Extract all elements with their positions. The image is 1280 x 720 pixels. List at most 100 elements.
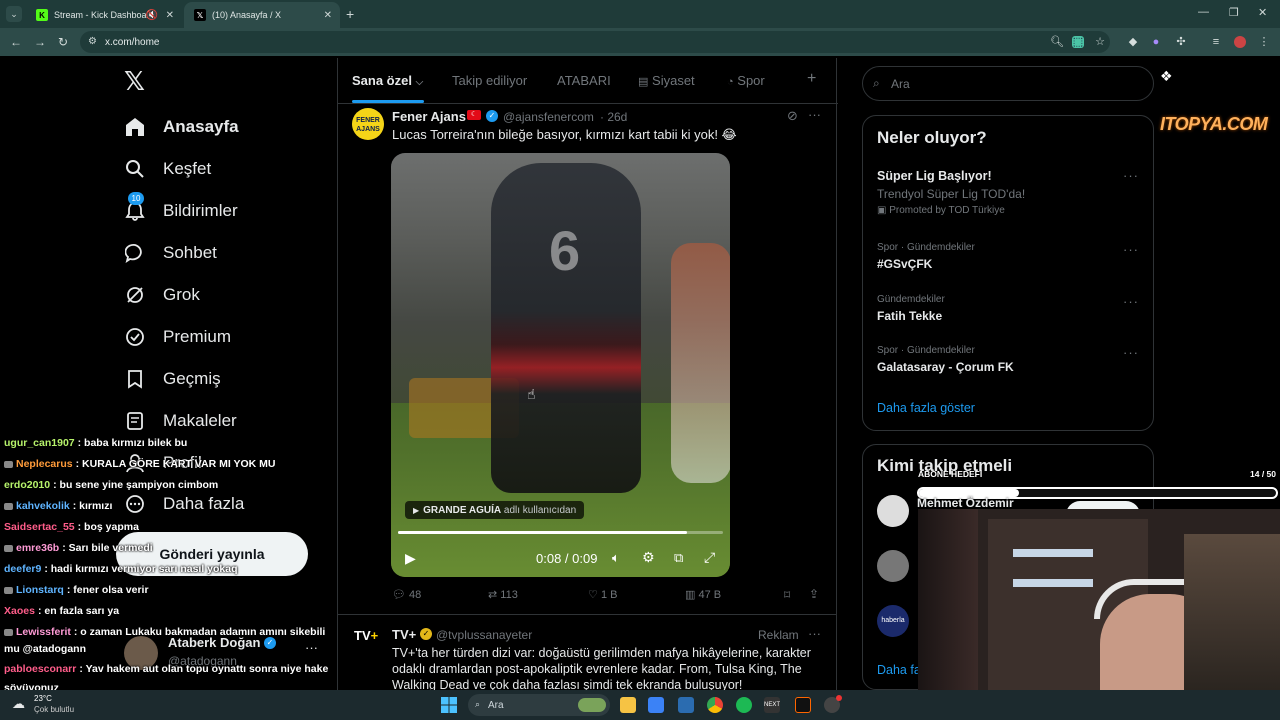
tab-for-you[interactable]: Sana özel ⌵ bbox=[352, 73, 423, 88]
nav-home[interactable]: Anasayfa bbox=[124, 112, 239, 142]
profile-avatar[interactable] bbox=[1234, 36, 1246, 48]
promo-trend[interactable]: Süper Lig Başlıyor! Trendyol Süper Lig T… bbox=[877, 169, 1025, 216]
nav-bookmarks[interactable]: Geçmiş bbox=[124, 364, 221, 394]
tweet-time[interactable]: · 26d bbox=[600, 110, 627, 124]
picture-in-picture-icon[interactable]: ⧉ bbox=[674, 550, 683, 566]
media-icon[interactable]: ≡ bbox=[1210, 36, 1222, 48]
trend-item[interactable]: Spor · Gündemdekiler Galatasaray - Çorum… bbox=[877, 345, 1014, 374]
tweet-more-icon[interactable]: ··· bbox=[808, 107, 821, 122]
chat-username[interactable]: Lewissferit bbox=[16, 626, 71, 638]
avatar[interactable] bbox=[877, 495, 909, 527]
chat-username[interactable]: Neplecarus bbox=[16, 458, 73, 470]
chat-username[interactable]: Xaoes bbox=[4, 605, 35, 617]
haberler-avatar[interactable]: haberla bbox=[877, 605, 909, 637]
nav-chat[interactable]: Sohbet bbox=[124, 238, 217, 268]
chrome-icon[interactable] bbox=[707, 697, 723, 713]
trend-item[interactable]: Gündemdekiler Fatih Tekke bbox=[877, 294, 945, 323]
share-icon[interactable]: ⇪ bbox=[809, 587, 819, 601]
close-tab-icon[interactable]: ✕ bbox=[324, 10, 332, 21]
like-button[interactable]: ♡ 1 B bbox=[588, 588, 617, 601]
reload-icon[interactable]: ↻ bbox=[58, 35, 68, 49]
menu-kebab-icon[interactable]: ⋮ bbox=[1258, 36, 1270, 48]
nav-explore[interactable]: Keşfet bbox=[124, 154, 211, 184]
extensions-puzzle-icon[interactable]: ✣ bbox=[1175, 36, 1187, 48]
store-icon[interactable] bbox=[648, 697, 664, 713]
chat-username[interactable]: ugur_can1907 bbox=[4, 437, 75, 449]
forward-icon[interactable]: → bbox=[34, 35, 46, 49]
chat-username[interactable]: Lionstarq bbox=[16, 584, 64, 596]
chat-username[interactable]: erdo2010 bbox=[4, 479, 50, 491]
repost-button[interactable]: ⇄ 113 bbox=[488, 588, 518, 601]
avatar[interactable] bbox=[877, 550, 909, 582]
tab-siyaset[interactable]: ▤ Siyaset bbox=[638, 73, 695, 88]
install-app-icon[interactable]: ⬚ bbox=[1072, 36, 1084, 48]
show-more-link[interactable]: Daha fazla göster bbox=[877, 401, 975, 415]
video-credit-tag[interactable]: ▶ GRANDE AGUÍA adlı kullanıcıdan bbox=[405, 501, 585, 519]
fener-ajans-avatar[interactable]: FENER AJANS bbox=[352, 108, 384, 140]
file-explorer-icon[interactable] bbox=[620, 697, 636, 713]
follow-button[interactable] bbox=[1066, 501, 1140, 509]
more-icon[interactable]: ··· bbox=[1123, 345, 1139, 360]
site-info-icon[interactable]: ⚙ bbox=[88, 36, 97, 47]
browser-tab-kick[interactable]: K Stream - Kick Dashboard 🔇 ✕ bbox=[26, 2, 182, 28]
tab-following[interactable]: Takip ediliyor bbox=[452, 73, 527, 88]
mute-icon[interactable]: 🔇 bbox=[146, 10, 158, 21]
chat-username[interactable]: Saidsertac_55 bbox=[4, 521, 75, 533]
tweet-author-name[interactable]: Fener Ajans bbox=[392, 109, 466, 124]
fullscreen-icon[interactable]: ⤢ bbox=[704, 549, 715, 566]
chat-username[interactable]: kahvekolik bbox=[16, 500, 70, 512]
tab-search-button[interactable]: ⌄ bbox=[6, 6, 22, 22]
next-app-icon[interactable]: NEXT bbox=[764, 697, 780, 713]
nav-more[interactable]: Daha fazla bbox=[124, 489, 244, 519]
x-logo-icon[interactable]: 𝕏 bbox=[124, 68, 150, 94]
chat-username[interactable]: emre36b bbox=[16, 542, 59, 554]
tab-spor[interactable]: ◔ Spor bbox=[727, 73, 765, 88]
minimize-icon[interactable]: — bbox=[1198, 6, 1209, 18]
tweet-author-handle[interactable]: @ajansfenercom bbox=[503, 110, 594, 124]
more-icon[interactable]: ··· bbox=[1123, 294, 1139, 309]
play-icon[interactable]: ▶ bbox=[405, 550, 416, 567]
tweet-video[interactable]: 6 ▶ GRANDE AGUÍA adlı kullanıcıdan ▶ 0:0… bbox=[391, 153, 730, 577]
tweet-author-handle[interactable]: @tvplussanayeter bbox=[436, 628, 532, 642]
follow-show-more-link[interactable]: Daha fa bbox=[877, 663, 921, 677]
chat-username[interactable]: pabloesconarr bbox=[4, 663, 76, 675]
url-input[interactable]: ⚙ x.com/home bbox=[80, 31, 1110, 53]
maximize-icon[interactable]: ❐ bbox=[1229, 6, 1239, 19]
tweet-more-icon[interactable]: ··· bbox=[808, 626, 821, 641]
bookmark-star-icon[interactable]: ☆ bbox=[1094, 36, 1106, 48]
bookmark-icon[interactable]: ⌑ bbox=[784, 588, 790, 602]
zoom-icon[interactable]: 🔍︎ bbox=[1050, 36, 1064, 48]
settings-gear-icon[interactable]: ⚙ bbox=[642, 549, 655, 566]
grok-explain-icon[interactable]: ⊘ bbox=[787, 108, 798, 124]
close-window-icon[interactable]: ✕ bbox=[1258, 6, 1267, 19]
app-icon[interactable] bbox=[795, 697, 811, 713]
close-tab-icon[interactable]: ✕ bbox=[166, 10, 174, 21]
windows-start-icon[interactable] bbox=[441, 697, 457, 713]
new-tab-button[interactable]: + bbox=[346, 6, 354, 22]
extension-purple-icon[interactable]: ● bbox=[1150, 36, 1162, 48]
chat-username[interactable]: deefer9 bbox=[4, 563, 41, 575]
reply-button[interactable]: 💬︎ 48 bbox=[392, 588, 421, 601]
mail-icon[interactable] bbox=[678, 697, 694, 713]
follow-suggestion-name[interactable]: Mehmet Özdemir bbox=[917, 496, 1014, 510]
volume-icon[interactable]: 🔈︎ bbox=[612, 550, 620, 566]
tweet-author-name[interactable]: TV+ bbox=[392, 627, 416, 642]
nav-notifications[interactable]: 10 Bildirimler bbox=[124, 192, 238, 226]
more-icon[interactable]: ··· bbox=[1123, 242, 1139, 257]
tvplus-avatar[interactable]: TV+ bbox=[354, 628, 382, 656]
extension-icon[interactable]: ◆ bbox=[1127, 36, 1139, 48]
spotify-icon[interactable] bbox=[736, 697, 752, 713]
more-icon[interactable]: ··· bbox=[1123, 168, 1139, 183]
search-input[interactable]: ⌕ Ara bbox=[862, 66, 1154, 101]
add-tab-icon[interactable]: + bbox=[807, 70, 816, 88]
weather-icon[interactable]: ☁ bbox=[12, 696, 30, 714]
nav-articles[interactable]: Makaleler bbox=[124, 406, 237, 436]
nav-grok[interactable]: Grok bbox=[124, 280, 200, 310]
video-progress-track[interactable] bbox=[398, 531, 723, 534]
trend-item[interactable]: Spor · Gündemdekiler #GSvÇFK bbox=[877, 242, 975, 271]
back-icon[interactable]: ← bbox=[10, 35, 22, 49]
nav-premium[interactable]: Premium bbox=[124, 322, 231, 352]
browser-tab-x[interactable]: 𝕏 (10) Anasayfa / X ✕ bbox=[184, 2, 340, 28]
tab-atabari[interactable]: ATABARI bbox=[557, 73, 611, 88]
account-menu-icon[interactable]: ··· bbox=[305, 640, 318, 655]
